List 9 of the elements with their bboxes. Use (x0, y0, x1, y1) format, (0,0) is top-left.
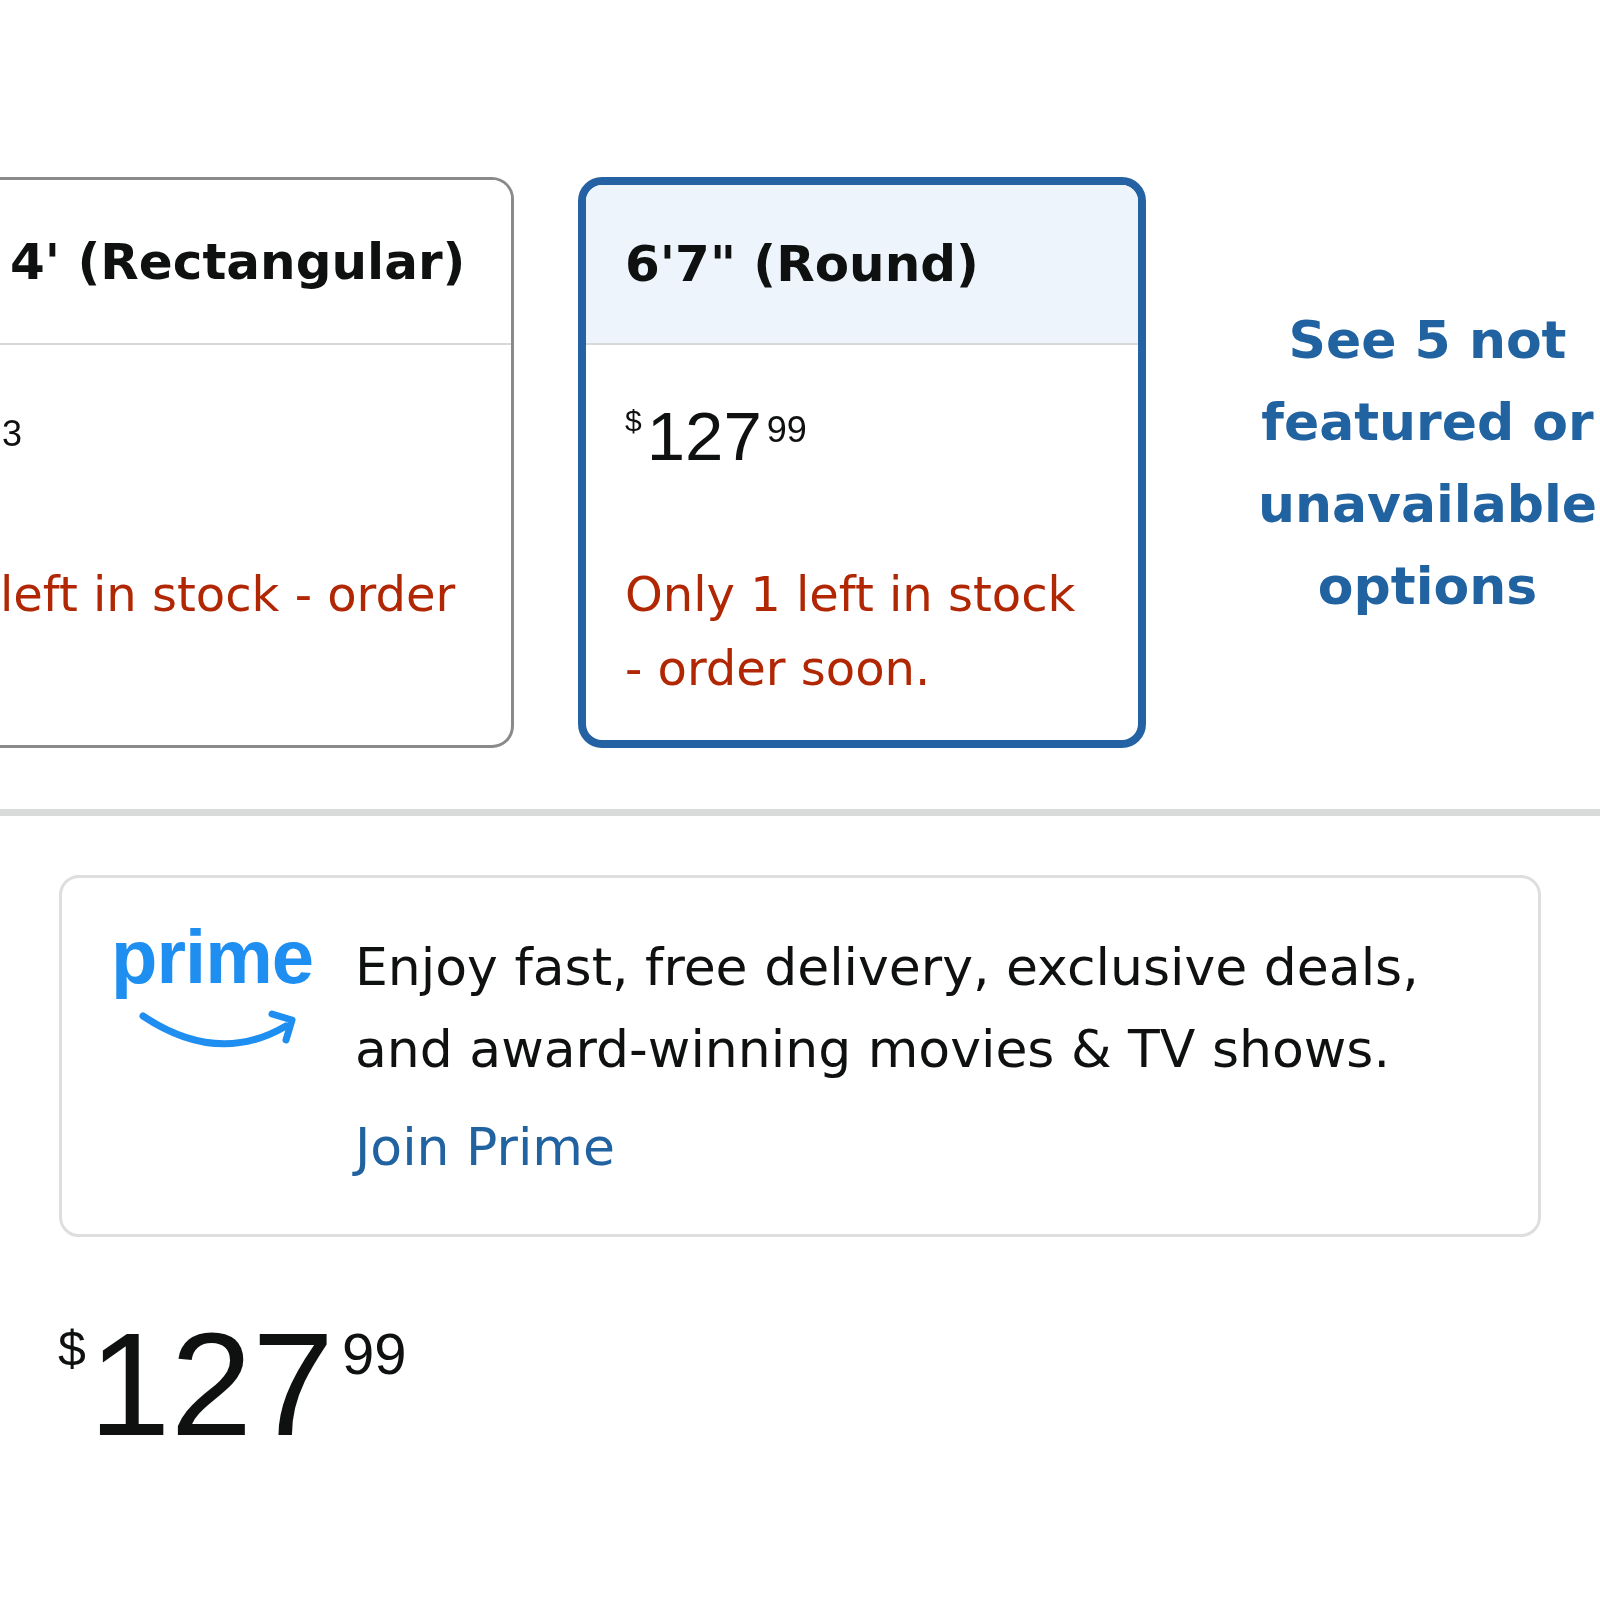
promo-text: Enjoy fast, free delivery, exclusive deals, and award-winning movies & TV shows. (355, 936, 1420, 1081)
option-price: 3 (1, 412, 23, 452)
stock-note: Only 1 left in stock - order soon. (625, 565, 1077, 698)
more-options-link[interactable]: See 5 not featured or unavailable options (1255, 298, 1600, 627)
smile-arrow-icon (138, 1010, 298, 1050)
option-title: 6'7" (Round) (625, 234, 979, 294)
size-option-card[interactable]: 4' (Rectangular) 3 left in stock - order (0, 177, 514, 748)
option-title: 4' (Rectangular) (10, 231, 466, 292)
stock-note: left in stock - order (0, 565, 456, 624)
